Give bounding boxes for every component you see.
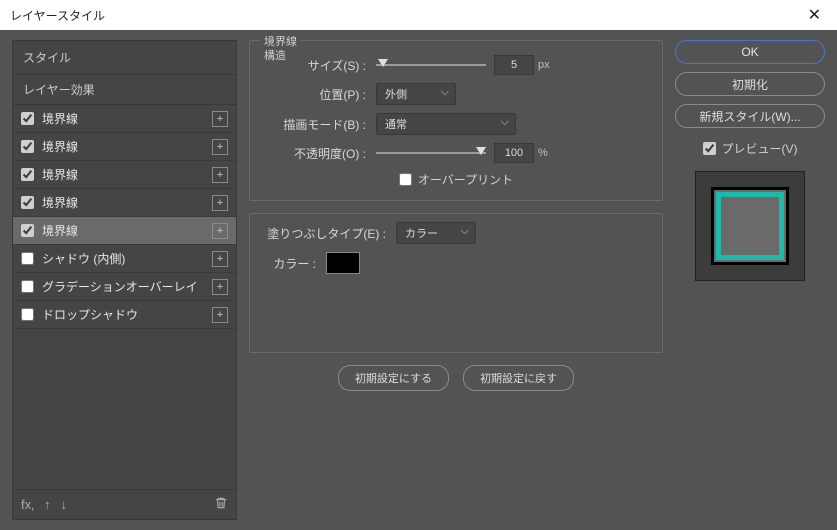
preview-box	[695, 171, 805, 281]
sidebar-item-stroke-3[interactable]: 境界線 +	[13, 161, 236, 189]
sidebar-item-drop-shadow[interactable]: ドロップシャドウ +	[13, 301, 236, 329]
add-effect-icon[interactable]: +	[212, 139, 228, 155]
overprint-row: オーバープリント	[266, 171, 646, 188]
sidebar-item-label: 境界線	[42, 194, 208, 211]
position-label: 位置(P) :	[266, 86, 376, 103]
filltype-label: 塗りつぶしタイプ(E) :	[266, 225, 396, 242]
sidebar-item-gradient-overlay[interactable]: グラデーションオーバーレイ +	[13, 273, 236, 301]
style-sidebar: スタイル レイヤー効果 境界線 + 境界線 + 境界線 + 境界線 + 境界線 …	[12, 40, 237, 520]
size-input[interactable]	[494, 55, 534, 75]
right-panel: OK 初期化 新規スタイル(W)... プレビュー(V)	[675, 40, 825, 520]
fx-icon[interactable]: fx‚	[21, 497, 34, 512]
arrow-up-icon[interactable]: ↑	[44, 497, 51, 512]
sidebar-item-label: シャドウ (内側)	[42, 250, 208, 267]
filltype-row: 塗りつぶしタイプ(E) : カラー	[266, 222, 646, 244]
dialog-body: スタイル レイヤー効果 境界線 + 境界線 + 境界線 + 境界線 + 境界線 …	[0, 30, 837, 530]
main-panel: 境界線 構造 サイズ(S) : px 位置(P) : 外側 描画モード(B) :…	[249, 40, 663, 520]
sidebar-item-stroke-2[interactable]: 境界線 +	[13, 133, 236, 161]
titlebar: レイヤースタイル ✕	[0, 0, 837, 30]
opacity-label: 不透明度(O) :	[266, 145, 376, 162]
stroke-checkbox[interactable]	[21, 224, 34, 237]
sidebar-item-label: 境界線	[42, 138, 208, 155]
sidebar-item-label: 境界線	[42, 166, 208, 183]
blend-select[interactable]: 通常	[376, 113, 516, 135]
preview-swatch	[711, 187, 789, 265]
color-label: カラー :	[266, 255, 326, 272]
overprint-label: オーバープリント	[418, 171, 513, 188]
sidebar-header[interactable]: スタイル	[13, 41, 236, 75]
close-icon[interactable]: ✕	[802, 5, 827, 25]
fill-fieldset: 塗りつぶしタイプ(E) : カラー カラー :	[249, 213, 663, 353]
add-effect-icon[interactable]: +	[212, 111, 228, 127]
position-row: 位置(P) : 外側	[266, 83, 646, 105]
reset-default-button[interactable]: 初期設定に戻す	[463, 365, 574, 391]
size-unit: px	[538, 59, 550, 71]
size-row: サイズ(S) : px	[266, 55, 646, 75]
arrow-down-icon[interactable]: ↓	[61, 497, 68, 512]
effect-checkbox[interactable]	[21, 280, 34, 293]
sidebar-subheader[interactable]: レイヤー効果	[13, 75, 236, 105]
opacity-row: 不透明度(O) : %	[266, 143, 646, 163]
new-style-button[interactable]: 新規スタイル(W)...	[675, 104, 825, 128]
stroke-checkbox[interactable]	[21, 168, 34, 181]
preview-checkbox[interactable]	[703, 142, 716, 155]
add-effect-icon[interactable]: +	[212, 307, 228, 323]
filltype-select[interactable]: カラー	[396, 222, 476, 244]
preview-row: プレビュー(V)	[675, 140, 825, 157]
color-row: カラー :	[266, 252, 646, 274]
blend-label: 描画モード(B) :	[266, 116, 376, 133]
sidebar-item-label: グラデーションオーバーレイ	[42, 278, 208, 295]
blend-row: 描画モード(B) : 通常	[266, 113, 646, 135]
sidebar-item-stroke-1[interactable]: 境界線 +	[13, 105, 236, 133]
sidebar-item-inner-shadow[interactable]: シャドウ (内側) +	[13, 245, 236, 273]
sidebar-item-label: 境界線	[42, 110, 208, 127]
sidebar-item-label: ドロップシャドウ	[42, 306, 208, 323]
opacity-slider[interactable]	[376, 145, 486, 161]
default-buttons-row: 初期設定にする 初期設定に戻す	[249, 365, 663, 391]
window-title: レイヤースタイル	[10, 7, 105, 24]
size-slider[interactable]	[376, 57, 486, 73]
effect-checkbox[interactable]	[21, 308, 34, 321]
reset-button[interactable]: 初期化	[675, 72, 825, 96]
add-effect-icon[interactable]: +	[212, 167, 228, 183]
add-effect-icon[interactable]: +	[212, 223, 228, 239]
add-effect-icon[interactable]: +	[212, 279, 228, 295]
sidebar-item-stroke-5[interactable]: 境界線 +	[13, 217, 236, 245]
structure-fieldset: 境界線 構造 サイズ(S) : px 位置(P) : 外側 描画モード(B) :…	[249, 40, 663, 201]
color-swatch[interactable]	[326, 252, 360, 274]
overprint-checkbox[interactable]	[399, 173, 412, 186]
stroke-checkbox[interactable]	[21, 112, 34, 125]
add-effect-icon[interactable]: +	[212, 195, 228, 211]
sidebar-item-label: 境界線	[42, 222, 208, 239]
trash-icon[interactable]	[214, 496, 228, 513]
structure-legend: 境界線 構造	[260, 33, 301, 63]
effect-checkbox[interactable]	[21, 252, 34, 265]
stroke-checkbox[interactable]	[21, 196, 34, 209]
ok-button[interactable]: OK	[675, 40, 825, 64]
sidebar-item-stroke-4[interactable]: 境界線 +	[13, 189, 236, 217]
position-select[interactable]: 外側	[376, 83, 456, 105]
opacity-input[interactable]	[494, 143, 534, 163]
sidebar-footer: fx‚ ↑ ↓	[13, 489, 236, 519]
preview-label: プレビュー(V)	[722, 140, 798, 157]
opacity-unit: %	[538, 147, 548, 159]
add-effect-icon[interactable]: +	[212, 251, 228, 267]
make-default-button[interactable]: 初期設定にする	[338, 365, 449, 391]
stroke-checkbox[interactable]	[21, 140, 34, 153]
